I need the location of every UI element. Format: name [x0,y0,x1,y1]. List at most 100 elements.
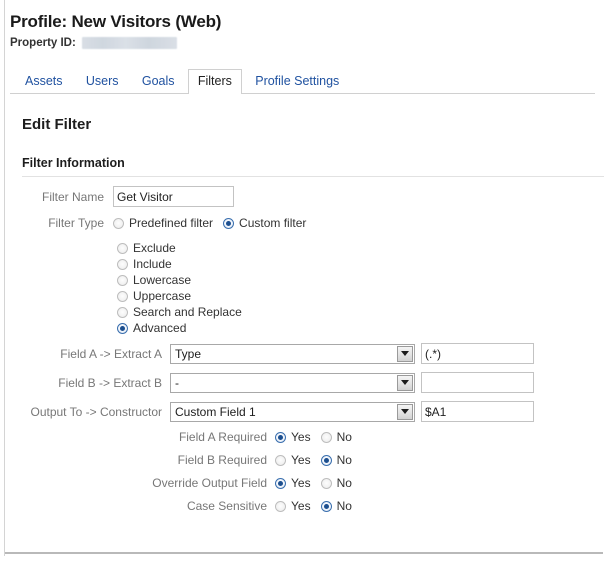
override-output-field-no-dot[interactable] [320,477,332,489]
row-filter-name: Filter Name [22,186,595,207]
field-a-required-yes-dot[interactable] [275,431,286,443]
override-output-field-yes-label: Yes [291,476,311,490]
override-output-field-no[interactable]: No [320,476,352,490]
radio-advanced-label: Advanced [133,321,187,335]
radio-advanced-dot[interactable] [117,322,128,334]
page-title: Profile: New Visitors (Web) [10,12,222,31]
override-output-field-yes[interactable]: Yes [275,476,311,490]
row-field-a-extract-a: Field A -> Extract A Type [22,343,595,364]
filter-type-label: Filter Type [48,216,104,230]
radio-exclude[interactable]: Exclude [117,241,585,255]
field-a-select-value: Type [175,346,202,361]
radio-predefined-filter[interactable]: Predefined filter [113,216,213,230]
row-field-b-required: Field B Required Yes No [22,453,595,467]
chevron-down-icon[interactable] [397,345,413,362]
radio-include[interactable]: Include [117,257,585,271]
filter-form: Filter Name Filter Type Predefined filte… [22,186,595,513]
row-override-output-field: Override Output Field Yes No [22,476,595,490]
tab-filters[interactable]: Filters [187,69,242,94]
field-b-required-yes-label: Yes [291,453,311,467]
chevron-down-icon[interactable] [397,403,413,420]
constructor-input[interactable] [421,401,534,422]
yes-no-block: Field A Required Yes No Field B Required [22,430,595,513]
field-a-select[interactable]: Type [170,343,415,364]
edit-filter-panel: Edit Filter Filter Information Filter Na… [10,116,605,513]
field-a-required-yes-label: Yes [291,430,311,444]
property-id-label: Property ID: [10,37,76,49]
chevron-down-icon[interactable] [397,374,413,391]
row-output-to-constructor: Output To -> Constructor Custom Field 1 [22,401,595,422]
radio-include-label: Include [133,257,172,271]
page-root: Profile: New Visitors (Web) Property ID:… [10,0,605,564]
field-b-select-value: - [175,375,179,390]
radio-uppercase-label: Uppercase [133,289,192,303]
subsection-title-filter-information: Filter Information [22,156,125,170]
field-b-required-yes[interactable]: Yes [275,453,311,467]
property-id-redacted-value [81,37,177,49]
custom-filter-type-list: Exclude Include Lowercase Uppercase Sear… [117,241,595,335]
tab-assets[interactable]: Assets [15,69,73,94]
radio-exclude-label: Exclude [133,241,176,255]
tab-users[interactable]: Users [76,69,129,94]
field-a-required-no[interactable]: No [320,430,352,444]
radio-search-and-replace[interactable]: Search and Replace [117,305,585,319]
field-b-required-no[interactable]: No [320,453,352,467]
field-b-required-no-label: No [336,453,352,467]
row-field-b-extract-b: Field B -> Extract B - [22,372,595,393]
radio-search-and-replace-label: Search and Replace [133,305,242,319]
field-b-required-no-dot[interactable] [320,454,332,466]
case-sensitive-no-label: No [336,499,352,513]
filter-name-input[interactable] [113,186,234,207]
row-field-a-required: Field A Required Yes No [22,430,595,444]
case-sensitive-yes[interactable]: Yes [275,499,311,513]
radio-include-dot[interactable] [117,258,128,270]
extract-a-input[interactable] [421,343,534,364]
field-b-select[interactable]: - [170,372,415,393]
row-case-sensitive: Case Sensitive Yes No [22,499,595,513]
output-to-select-value: Custom Field 1 [175,404,256,419]
override-output-field-label: Override Output Field [152,476,267,490]
advanced-settings-block: Field A -> Extract A Type Field B -> Ext… [22,343,595,422]
override-output-field-no-label: No [336,476,352,490]
field-a-required-yes[interactable]: Yes [275,430,311,444]
radio-lowercase-label: Lowercase [133,273,192,287]
left-frame-rule [4,0,5,556]
field-b-required-yes-dot[interactable] [275,454,286,466]
section-title-edit-filter: Edit Filter [22,116,92,133]
case-sensitive-yes-label: Yes [291,499,311,513]
radio-uppercase-dot[interactable] [117,290,128,302]
profile-header: Profile: New Visitors (Web) Property ID: [10,12,605,49]
case-sensitive-no[interactable]: No [320,499,352,513]
output-to-select[interactable]: Custom Field 1 [170,401,415,422]
radio-search-and-replace-dot[interactable] [117,306,128,318]
field-a-required-label: Field A Required [178,430,267,444]
radio-advanced[interactable]: Advanced [117,321,585,335]
property-id-line: Property ID: [10,37,605,49]
radio-custom-filter-label: Custom filter [239,216,307,230]
tab-goals[interactable]: Goals [132,69,185,94]
case-sensitive-yes-dot[interactable] [275,500,286,512]
extract-b-input[interactable] [421,372,534,393]
radio-lowercase[interactable]: Lowercase [117,273,585,287]
radio-predefined-filter-dot[interactable] [113,217,124,229]
radio-custom-filter-dot[interactable] [223,217,235,229]
field-a-extract-a-label: Field A -> Extract A [60,346,162,361]
radio-custom-filter[interactable]: Custom filter [223,216,306,230]
filter-name-label: Filter Name [41,189,104,204]
case-sensitive-no-dot[interactable] [320,500,332,512]
row-filter-type: Filter Type Predefined filter Custom fil… [22,216,595,230]
tab-profile-settings[interactable]: Profile Settings [245,69,349,94]
tab-bar: Assets Users Goals Filters Profile Setti… [10,69,605,94]
case-sensitive-label: Case Sensitive [186,499,267,513]
radio-exclude-dot[interactable] [117,242,128,254]
filter-information-divider [22,176,604,177]
override-output-field-yes-dot[interactable] [275,477,286,489]
output-to-constructor-label: Output To -> Constructor [30,404,162,419]
field-b-required-label: Field B Required [177,453,267,467]
field-a-required-no-dot[interactable] [320,431,332,443]
radio-predefined-filter-label: Predefined filter [129,216,214,230]
field-a-required-no-label: No [336,430,352,444]
radio-lowercase-dot[interactable] [117,274,128,286]
field-b-extract-b-label: Field B -> Extract B [58,375,162,390]
radio-uppercase[interactable]: Uppercase [117,289,585,303]
